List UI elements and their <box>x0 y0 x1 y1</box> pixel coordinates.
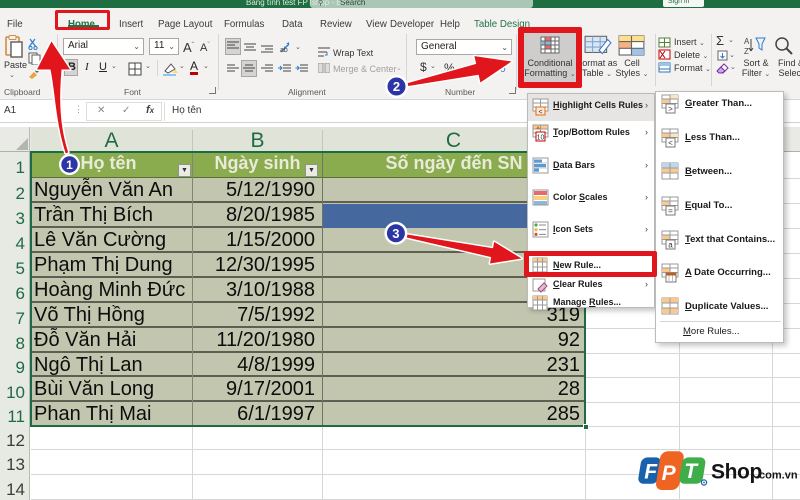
svg-text:Z: Z <box>744 47 749 56</box>
svg-text:=: = <box>668 207 673 216</box>
svg-text:10: 10 <box>537 135 545 142</box>
svg-text:F: F <box>644 461 658 484</box>
svg-text:ab: ab <box>280 47 288 53</box>
svg-text:T: T <box>684 460 699 483</box>
svg-text:A: A <box>744 37 750 46</box>
svg-text:>: > <box>668 105 673 114</box>
svg-text:.com.vn: .com.vn <box>756 469 798 481</box>
svg-text:<: < <box>668 139 673 148</box>
svg-text:a: a <box>668 241 673 250</box>
svg-text:<: < <box>538 109 542 116</box>
svg-text:P: P <box>662 462 677 485</box>
svg-text:Shop: Shop <box>711 460 762 483</box>
